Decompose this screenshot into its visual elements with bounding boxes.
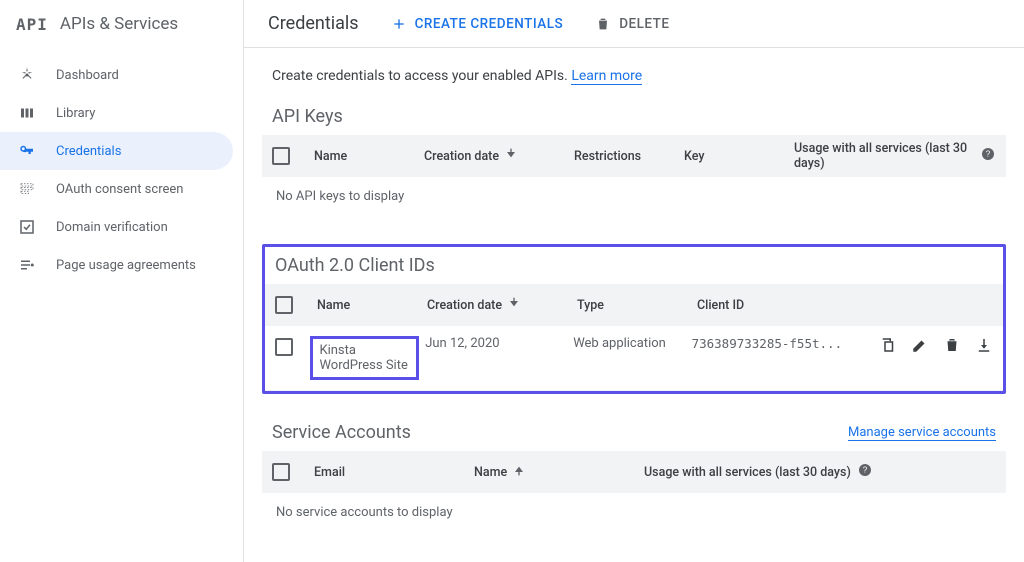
select-all-checkbox[interactable]	[272, 463, 290, 481]
api-keys-title: API Keys	[272, 106, 343, 127]
help-icon[interactable]: ?	[857, 462, 873, 482]
oauth-title: OAuth 2.0 Client IDs	[275, 255, 435, 276]
sort-desc-icon	[506, 295, 522, 315]
delete-icon[interactable]	[943, 336, 961, 358]
oauth-header: Name Creation date Type Client ID	[265, 284, 1003, 326]
sort-asc-icon	[511, 462, 527, 482]
help-icon[interactable]: ?	[980, 146, 996, 166]
select-all-checkbox[interactable]	[272, 147, 290, 165]
agreements-icon	[18, 256, 36, 274]
select-all-checkbox[interactable]	[275, 296, 293, 314]
col-key[interactable]: Key	[684, 149, 794, 164]
app-name: APIs & Services	[60, 14, 178, 34]
nav-label: OAuth consent screen	[56, 182, 183, 197]
sidebar-item-page-usage[interactable]: Page usage agreements	[0, 246, 243, 284]
oauth-client-name[interactable]: Kinsta WordPress Site	[310, 336, 419, 380]
intro-text: Create credentials to access your enable…	[262, 68, 1006, 84]
edit-icon[interactable]	[911, 336, 929, 358]
service-title: Service Accounts	[272, 422, 411, 443]
main: Credentials CREATE CREDENTIALS DELETE Cr…	[244, 0, 1024, 562]
sidebar-header: API APIs & Services	[0, 0, 243, 48]
col-usage[interactable]: Usage with all services (last 30 days) ?	[644, 462, 996, 482]
library-icon	[18, 104, 36, 122]
sidebar-item-oauth-consent[interactable]: OAuth consent screen	[0, 170, 243, 208]
table-row: Kinsta WordPress Site Jun 12, 2020 Web a…	[265, 326, 1003, 391]
nav-label: Domain verification	[56, 220, 168, 235]
col-type[interactable]: Type	[577, 298, 697, 313]
oauth-section: OAuth 2.0 Client IDs Name Creation date …	[262, 244, 1006, 394]
delete-label: DELETE	[619, 16, 669, 32]
nav-label: Dashboard	[56, 68, 119, 83]
copy-icon[interactable]	[879, 336, 897, 358]
col-usage-label: Usage with all services (last 30 days)	[644, 465, 851, 480]
service-empty: No service accounts to display	[262, 493, 1006, 532]
col-name[interactable]: Name	[314, 149, 424, 164]
col-name-label: Name	[474, 465, 507, 480]
create-credentials-button[interactable]: CREATE CREDENTIALS	[391, 16, 564, 32]
trash-icon	[595, 16, 611, 32]
plus-icon	[391, 16, 407, 32]
consent-icon	[18, 180, 36, 198]
sidebar-item-library[interactable]: Library	[0, 94, 243, 132]
sidebar-item-domain-verification[interactable]: Domain verification	[0, 208, 243, 246]
sidebar-nav: Dashboard Library Credentials OAuth cons…	[0, 48, 243, 284]
col-name[interactable]: Name	[317, 298, 427, 313]
sidebar-item-dashboard[interactable]: Dashboard	[0, 56, 243, 94]
col-name[interactable]: Name	[474, 462, 644, 482]
oauth-client-type: Web application	[573, 336, 691, 351]
service-accounts-section: Service Accounts Manage service accounts…	[262, 422, 1006, 532]
row-checkbox[interactable]	[275, 338, 293, 356]
svg-text:?: ?	[986, 150, 991, 159]
intro-copy: Create credentials to access your enable…	[272, 68, 571, 84]
key-icon	[18, 142, 36, 160]
nav-label: Library	[56, 106, 95, 121]
api-keys-header: Name Creation date Restrictions Key Usag…	[262, 135, 1006, 177]
nav-label: Credentials	[56, 144, 121, 159]
col-restrictions[interactable]: Restrictions	[574, 149, 684, 164]
oauth-client-date: Jun 12, 2020	[425, 336, 573, 351]
create-label: CREATE CREDENTIALS	[415, 16, 564, 32]
dashboard-icon	[18, 66, 36, 84]
download-icon[interactable]	[975, 336, 993, 358]
api-logo: API	[16, 15, 48, 34]
learn-more-link[interactable]: Learn more	[571, 68, 642, 85]
col-date-label: Creation date	[427, 298, 502, 313]
col-date-label: Creation date	[424, 149, 499, 164]
col-email[interactable]: Email	[314, 465, 474, 480]
sidebar: API APIs & Services Dashboard Library	[0, 0, 244, 562]
api-keys-section: API Keys Name Creation date Restrictions…	[262, 106, 1006, 216]
col-client-id[interactable]: Client ID	[697, 298, 887, 313]
verify-icon	[18, 218, 36, 236]
oauth-client-id-value: 736389733285-f55t...	[692, 336, 879, 351]
sidebar-item-credentials[interactable]: Credentials	[0, 132, 233, 170]
nav-label: Page usage agreements	[56, 258, 196, 273]
col-creation-date[interactable]: Creation date	[427, 295, 577, 315]
sort-desc-icon	[503, 146, 519, 166]
topbar: Credentials CREATE CREDENTIALS DELETE	[244, 0, 1024, 48]
manage-service-accounts-link[interactable]: Manage service accounts	[848, 425, 996, 441]
service-header: Email Name Usage with all services (last…	[262, 451, 1006, 493]
col-usage[interactable]: Usage with all services (last 30 days) ?	[794, 141, 996, 171]
delete-button[interactable]: DELETE	[595, 16, 669, 32]
api-keys-empty: No API keys to display	[262, 177, 1006, 216]
col-usage-label: Usage with all services (last 30 days)	[794, 141, 974, 171]
svg-text:?: ?	[863, 466, 868, 475]
page-title: Credentials	[268, 13, 359, 34]
col-creation-date[interactable]: Creation date	[424, 146, 574, 166]
